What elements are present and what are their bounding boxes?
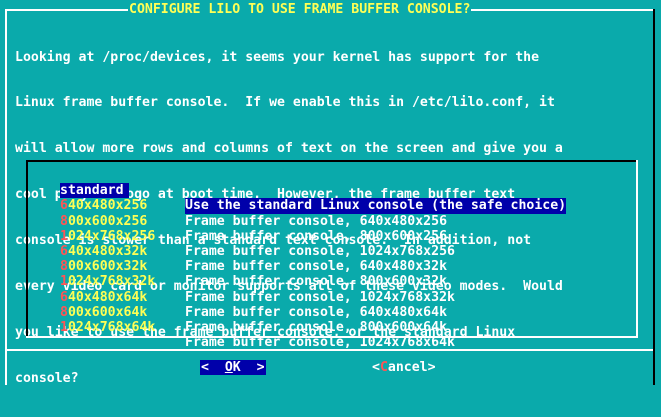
menu-option-640x480x256[interactable]: 640x480x256 Frame buffer console, 640x48… [60, 183, 620, 228]
lilo-framebuffer-dialog: CONFIGURE LILO TO USE FRAME BUFFER CONSO… [0, 0, 661, 386]
ok-hotkey: O [224, 360, 233, 375]
description-line: will allow more rows and columns of text… [15, 141, 563, 157]
cancel-rest: ancel [387, 360, 428, 375]
button-separator [7, 349, 653, 351]
description-line: Looking at /proc/devices, it seems your … [15, 49, 540, 65]
ok-button[interactable]: < OK > [200, 360, 266, 375]
description-line: console? [15, 370, 79, 386]
description-line: Linux frame buffer console. If we enable… [15, 95, 555, 111]
menu-option-1024x768x256[interactable]: 1024x768x256 Frame buffer console, 1024x… [60, 214, 620, 259]
menu-option-1024x768x64k[interactable]: 1024x768x64k Frame buffer console, 1024x… [60, 305, 620, 350]
ok-suffix: > [240, 360, 265, 375]
menu-border-right [636, 160, 638, 338]
menu-option-640x480x32k[interactable]: 640x480x32k Frame buffer console, 640x48… [60, 229, 620, 274]
ok-prefix: < [201, 360, 225, 375]
console-mode-menu: standard Use the standard Linux console … [60, 168, 620, 350]
ok-rest: K [232, 360, 241, 375]
option-hotkey: 1 [60, 319, 68, 335]
cancel-suffix: > [427, 360, 436, 375]
menu-option-1024x768x32k[interactable]: 1024x768x32k Frame buffer console, 1024x… [60, 259, 620, 304]
option-description: Frame buffer console, 800x600x64k [185, 319, 448, 335]
cancel-prefix: < [372, 360, 380, 375]
menu-option-800x600x32k[interactable]: 800x600x32k Frame buffer console, 800x60… [60, 244, 620, 289]
menu-border-top [26, 160, 638, 162]
dialog-border-left [5, 9, 7, 385]
menu-option-800x600x256[interactable]: 800x600x256 Frame buffer console, 800x60… [60, 198, 620, 244]
cancel-hotkey: C [379, 360, 388, 375]
dialog-title: CONFIGURE LILO TO USE FRAME BUFFER CONSO… [128, 2, 472, 18]
menu-option-800x600x64k[interactable]: 800x600x64k Frame buffer console, 800x60… [60, 290, 620, 335]
option-tag-rest: 024x768x64k [67, 319, 156, 335]
dialog-border-right [653, 9, 655, 385]
option-tag: 1024x768x64k [60, 320, 155, 335]
menu-border-left [26, 160, 28, 338]
cancel-button[interactable]: <Cancel> [372, 360, 436, 375]
menu-option-640x480x64k[interactable]: 640x480x64k Frame buffer console, 640x48… [60, 274, 620, 320]
menu-option-standard[interactable]: standard Use the standard Linux console … [60, 168, 620, 214]
